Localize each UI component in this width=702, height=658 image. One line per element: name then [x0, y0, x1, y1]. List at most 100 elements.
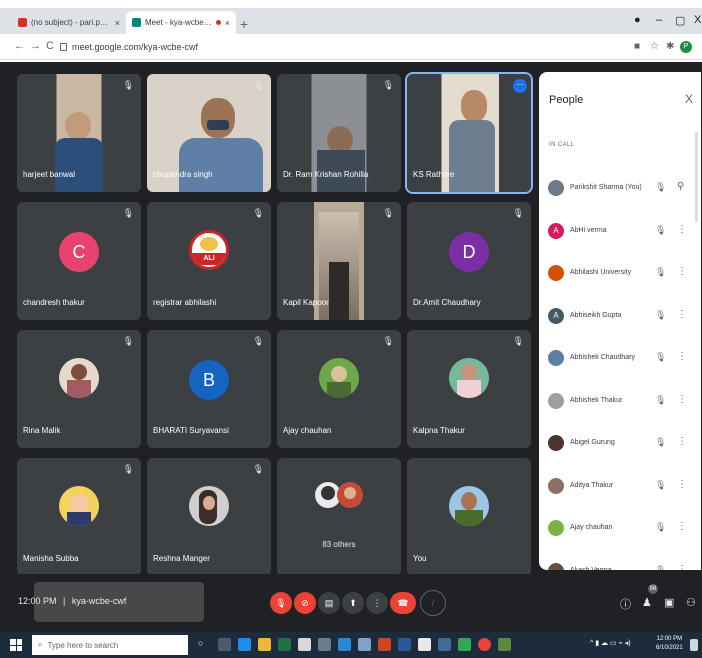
maximize-button[interactable]: ▢: [675, 14, 685, 27]
participant-row[interactable]: Abhishek Thakur 🎙 ⋮: [539, 381, 701, 421]
participant-row-name: Ajay chauhan: [570, 524, 613, 531]
more-vert-icon[interactable]: ⋮: [677, 266, 687, 277]
participant-row[interactable]: Abhilashi University 🎙 ⋮: [539, 253, 701, 293]
participant-tile[interactable]: 🎙 bhupendra singh: [147, 74, 271, 192]
participant-tile[interactable]: 🎙 Ajay chauhan: [277, 330, 401, 448]
meeting-code: kya-wcbe-cwf: [71, 596, 127, 606]
participant-row[interactable]: A Abhiseikh Gupta 🎙 ⋮: [539, 296, 701, 336]
mic-off-icon: 🎙: [512, 208, 524, 218]
participant-row[interactable]: Aditya Thakur 🎙 ⋮: [539, 466, 701, 506]
participant-tile[interactable]: 🎙 Reshna Manger: [147, 458, 271, 576]
edge-icon[interactable]: [238, 638, 251, 651]
tab-strip: (no subject) - pari.phy@gmail.c × Meet -…: [0, 8, 702, 34]
app-icon[interactable]: [358, 638, 371, 651]
task-view-icon[interactable]: [218, 638, 231, 651]
account-icon[interactable]: ●: [634, 14, 641, 26]
app-icon[interactable]: [418, 638, 431, 651]
captions-button[interactable]: ▤: [318, 592, 340, 614]
captions-icon: ▤: [324, 597, 334, 608]
system-tray[interactable]: ^ ▮ ☁ ▭ ⌁ ◂): [590, 639, 631, 647]
mic-off-icon: 🎙: [512, 336, 524, 346]
camera-toggle-button[interactable]: ⊘: [294, 592, 316, 614]
more-vert-icon[interactable]: ⋮: [677, 521, 687, 532]
participant-tile[interactable]: B 🎙 BHARATI Suryavansi: [147, 330, 271, 448]
close-tab-icon[interactable]: ×: [115, 18, 120, 28]
windows-start-icon[interactable]: [10, 639, 22, 651]
participant-row[interactable]: Parikshit Sharma (You) 🎙 ⚲: [539, 168, 701, 208]
store-icon[interactable]: [298, 638, 311, 651]
recording-dot-icon: [215, 20, 221, 25]
close-tab-icon[interactable]: ×: [225, 18, 230, 28]
info-icon[interactable]: ⓘ: [620, 596, 631, 612]
chrome-icon[interactable]: [478, 638, 491, 651]
app-icon[interactable]: [498, 638, 511, 651]
participant-row[interactable]: A AbHi verma 🎙 ⋮: [539, 211, 701, 251]
reload-button[interactable]: C: [46, 40, 54, 52]
extensions-icon[interactable]: ✱: [666, 41, 674, 52]
new-tab-button[interactable]: +: [240, 16, 248, 32]
participant-name: Kapil Kapoor: [283, 298, 329, 307]
participant-tile[interactable]: D 🎙 Dr.Amit Chaudhary: [407, 202, 531, 320]
others-tile[interactable]: 83 others: [277, 458, 401, 576]
notifications-icon[interactable]: [690, 639, 698, 651]
pin-icon[interactable]: ⚲: [677, 181, 684, 192]
close-panel-button[interactable]: X: [685, 92, 693, 106]
minimize-button[interactable]: –: [656, 14, 662, 26]
more-options-icon[interactable]: ···: [513, 79, 527, 93]
tab-gmail[interactable]: (no subject) - pari.phy@gmail.c ×: [12, 11, 126, 34]
present-button[interactable]: ⬆: [342, 592, 364, 614]
excel-icon[interactable]: [278, 638, 291, 651]
participant-tile-active[interactable]: ··· KS Rathore: [405, 72, 533, 194]
reactions-button[interactable]: /: [420, 590, 446, 616]
address-bar[interactable]: meet.google.com/kya-wcbe-cwf: [60, 38, 620, 56]
chat-icon[interactable]: ▣: [664, 596, 674, 609]
participant-row-avatar: [548, 477, 564, 494]
word-icon[interactable]: [398, 638, 411, 651]
more-vert-icon[interactable]: ⋮: [677, 394, 687, 405]
participant-tile[interactable]: C 🎙 chandresh thakur: [17, 202, 141, 320]
participant-tile[interactable]: 🎙 Kapil Kapoor: [277, 202, 401, 320]
more-vert-icon[interactable]: ⋮: [677, 224, 687, 235]
more-vert-icon[interactable]: ⋮: [677, 309, 687, 320]
app-icon[interactable]: [458, 638, 471, 651]
close-window-button[interactable]: X: [694, 14, 701, 26]
activities-icon[interactable]: ⚇: [686, 596, 696, 609]
participant-tile[interactable]: ALI 🎙 registrar abhilashi: [147, 202, 271, 320]
participant-tile[interactable]: 🎙 Rina Malik: [17, 330, 141, 448]
participant-tile[interactable]: 🎙 Kalpna Thakur: [407, 330, 531, 448]
participant-row[interactable]: Abigel Gurung 🎙 ⋮: [539, 423, 701, 463]
more-vert-icon[interactable]: ⋮: [677, 351, 687, 362]
powerpoint-icon[interactable]: [378, 638, 391, 651]
app-icon[interactable]: [318, 638, 331, 651]
more-vert-icon[interactable]: ⋮: [677, 436, 687, 447]
taskbar-search[interactable]: ⌕ Type here to search: [32, 635, 188, 655]
participant-tile[interactable]: 🎙 Dr. Ram Krishan Rohilla: [277, 74, 401, 192]
cortana-icon[interactable]: ○: [198, 638, 211, 651]
forward-button[interactable]: →: [30, 40, 41, 52]
participant-row[interactable]: Abhishek Chaudhary 🎙 ⋮: [539, 338, 701, 378]
mail-icon[interactable]: [338, 638, 351, 651]
more-vert-icon[interactable]: ⋮: [677, 564, 687, 571]
people-icon[interactable]: ♟: [642, 596, 652, 609]
star-icon[interactable]: ☆: [650, 41, 659, 52]
meet-icon: [132, 18, 141, 27]
app-icon[interactable]: [438, 638, 451, 651]
participant-tile[interactable]: 🎙 Manisha Subba: [17, 458, 141, 576]
participant-row[interactable]: Ajay chauhan 🎙 ⋮: [539, 508, 701, 548]
mic-toggle-button[interactable]: 🎙: [270, 592, 292, 614]
tab-title: (no subject) - pari.phy@gmail.c: [31, 18, 111, 27]
participant-row[interactable]: Akash Verma 🎙 ⋮: [539, 551, 701, 571]
participant-name: registrar abhilashi: [153, 298, 217, 307]
self-tile[interactable]: You: [407, 458, 531, 576]
camera-indicator-icon[interactable]: ■: [634, 41, 640, 52]
more-vert-icon[interactable]: ⋮: [677, 479, 687, 490]
participant-row-name: Abhiseikh Gupta: [570, 311, 622, 319]
participant-tile[interactable]: 🎙 harjeet banwal: [17, 74, 141, 192]
profile-avatar[interactable]: P: [680, 41, 692, 53]
tab-meet[interactable]: Meet - kya-wcbe-cwf ×: [126, 11, 236, 34]
leave-call-button[interactable]: ☎: [390, 592, 416, 614]
more-options-button[interactable]: ⋮: [366, 592, 388, 614]
back-button[interactable]: ←: [14, 40, 25, 52]
taskbar-clock[interactable]: 12:00 PM 6/10/2021: [656, 635, 683, 653]
file-explorer-icon[interactable]: [258, 638, 271, 651]
